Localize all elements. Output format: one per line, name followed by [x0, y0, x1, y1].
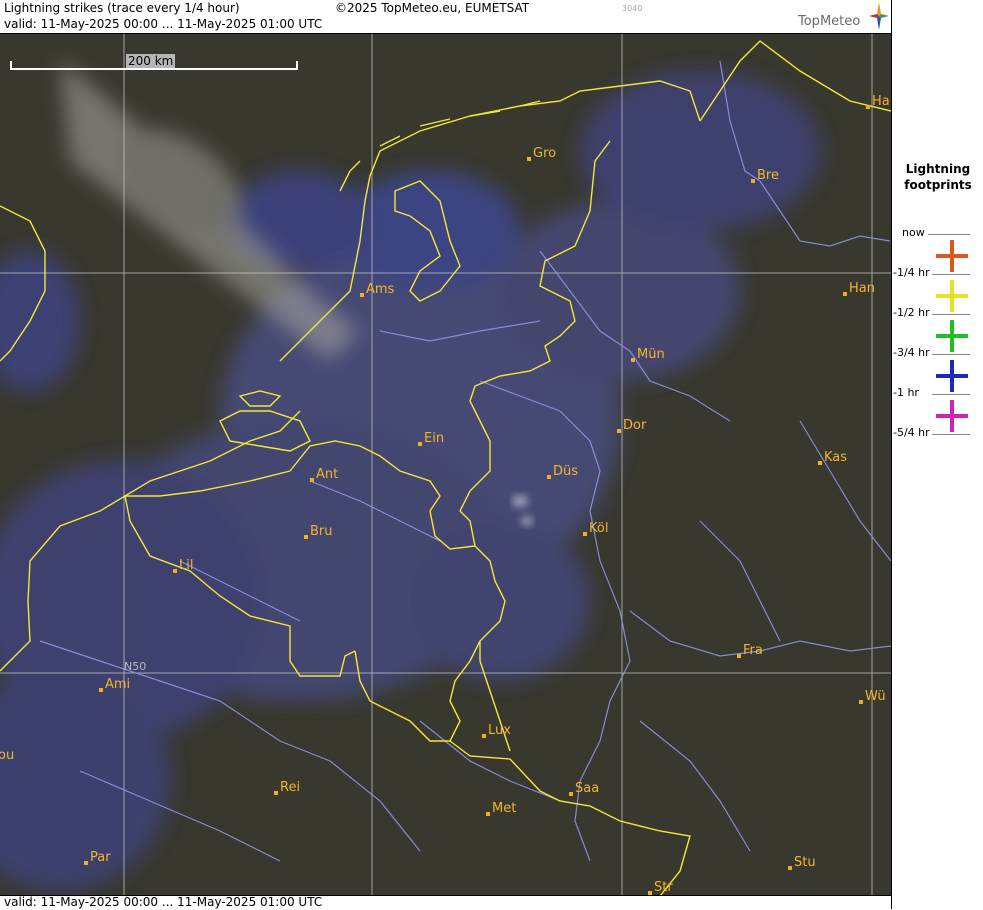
legend-label-now: now [902, 226, 925, 239]
lightning-cross-icon [936, 320, 968, 352]
copyright: ©2025 TopMeteo.eu, EUMETSAT [335, 1, 530, 15]
brand-logo[interactable]: TopMeteo [798, 14, 860, 29]
map-title: Lightning strikes (trace every 1/4 hour) [4, 1, 240, 15]
scale-bar: 200 km [10, 54, 298, 70]
footer-valid-time: valid: 11-May-2025 00:00 ... 11-May-2025… [4, 895, 323, 909]
compass-logo-icon [869, 2, 889, 30]
legend-label: -1 hr [893, 386, 919, 399]
footer-bar: valid: 11-May-2025 00:00 ... 11-May-2025… [0, 895, 891, 910]
legend-label: -1/4 hr [893, 266, 930, 279]
legend-label: -1/2 hr [893, 306, 930, 319]
legend-label: -3/4 hr [893, 346, 930, 359]
legend-title: Lightning footprints [904, 162, 972, 192]
scale-label: 200 km [126, 54, 176, 68]
lightning-cross-icon [936, 400, 968, 432]
latitude-label: N50 [124, 660, 147, 673]
lightning-cross-icon [936, 240, 968, 272]
map-canvas[interactable]: 200 km N50 Gro Bre Ha Ams Han Mün Dor Ei… [0, 33, 891, 896]
legend-label: -5/4 hr [893, 426, 930, 439]
lightning-cross-icon [936, 360, 968, 392]
header-bar: Lightning strikes (trace every 1/4 hour)… [0, 0, 891, 33]
lightning-cross-icon [936, 280, 968, 312]
legend-panel: Lightning footprints now -1/4 hr -1/2 hr… [891, 0, 983, 909]
valid-time: valid: 11-May-2025 00:00 ... 11-May-2025… [4, 17, 323, 31]
map-code: 3040 [622, 4, 643, 13]
map-svg [0, 34, 891, 896]
